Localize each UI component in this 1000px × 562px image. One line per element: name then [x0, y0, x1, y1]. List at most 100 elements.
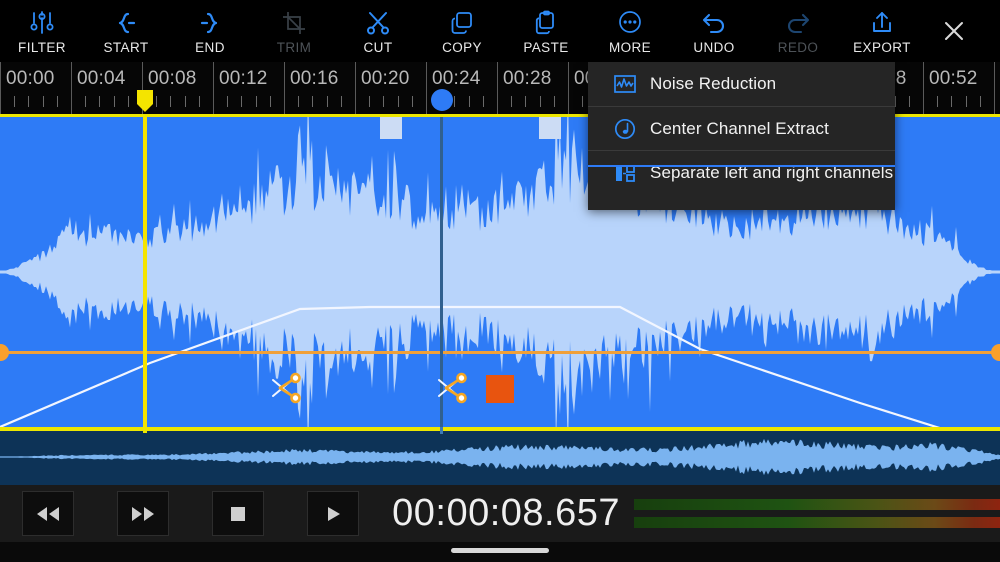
ruler-tick: [85, 96, 86, 107]
ruler-tick: [937, 96, 938, 107]
music-note-circle-icon: [614, 118, 636, 140]
timecode-display: 00:00:08.657: [392, 492, 620, 535]
undo-arrow-icon: [700, 8, 728, 38]
toolbar-label-copy: COPY: [442, 41, 482, 55]
fast-forward-icon: [130, 505, 156, 523]
stop-icon: [228, 504, 248, 524]
ruler-separator: [355, 62, 356, 117]
clipboard-icon: [533, 8, 559, 38]
menu-item-noise-reduction[interactable]: Noise Reduction: [588, 62, 895, 106]
overview-start-marker[interactable]: [143, 427, 147, 433]
ruler-label: 00:24: [432, 68, 481, 90]
stop-button[interactable]: [212, 491, 264, 536]
transport-bar: 00:00:08.657: [0, 485, 1000, 542]
ruler-tick: [28, 96, 29, 107]
sliders-icon: [29, 8, 55, 38]
toolbar-label-start: START: [103, 41, 148, 55]
copy-icon: [449, 8, 475, 38]
ruler-tick: [57, 96, 58, 107]
toolbar-button-cut[interactable]: CUT: [336, 0, 420, 62]
ruler-tick: [966, 96, 967, 107]
end-bracket-icon: [197, 8, 223, 38]
toolbar-button-export[interactable]: EXPORT: [840, 0, 924, 62]
ruler-tick: [14, 96, 15, 107]
waveform-box-icon: [614, 74, 636, 94]
toolbar-button-redo[interactable]: REDO: [756, 0, 840, 62]
ruler-tick: [383, 96, 384, 107]
play-button[interactable]: [307, 491, 359, 536]
ruler-tick: [483, 96, 484, 107]
scissors-icon: [365, 8, 391, 38]
redo-arrow-icon: [784, 8, 812, 38]
ruler-tick: [241, 96, 242, 107]
toolbar-button-end[interactable]: END: [168, 0, 252, 62]
toolbar: FILTER START END TRIM: [0, 0, 1000, 62]
ruler-label: 00:00: [6, 68, 55, 90]
ruler-tick: [270, 96, 271, 107]
overview-playhead[interactable]: [440, 427, 443, 434]
ruler-tick: [909, 96, 910, 107]
toolbar-label-end: END: [195, 41, 225, 55]
ruler-separator: [284, 62, 285, 117]
toolbar-button-more[interactable]: MORE: [588, 0, 672, 62]
menu-label-center-channel-extract: Center Channel Extract: [650, 119, 829, 139]
ruler-tick: [582, 96, 583, 107]
crop-icon: [281, 8, 307, 38]
ruler-tick: [341, 96, 342, 107]
ruler-tick: [412, 96, 413, 107]
menu-item-center-channel-extract[interactable]: Center Channel Extract: [588, 106, 895, 150]
toolbar-button-copy[interactable]: COPY: [420, 0, 504, 62]
ruler-tick: [554, 96, 555, 107]
region-marker[interactable]: [486, 375, 514, 403]
playhead-handle[interactable]: [431, 89, 453, 111]
ruler-label: 00:08: [148, 68, 197, 90]
cut-marker-icon[interactable]: [270, 372, 304, 406]
start-marker[interactable]: [143, 117, 147, 427]
ruler-tick: [369, 96, 370, 107]
ruler-tick: [99, 96, 100, 107]
ruler-tick: [525, 96, 526, 107]
cut-marker-icon-2[interactable]: [436, 372, 470, 406]
overview-strip[interactable]: [0, 427, 1000, 485]
toolbar-button-start[interactable]: START: [84, 0, 168, 62]
ruler-tick: [170, 96, 171, 107]
fast-forward-button[interactable]: [117, 491, 169, 536]
ruler-tick: [256, 96, 257, 107]
ruler-tick: [227, 96, 228, 107]
ruler-tick: [199, 96, 200, 107]
ruler-tick: [43, 96, 44, 107]
toolbar-label-filter: FILTER: [18, 41, 66, 55]
home-indicator[interactable]: [451, 548, 549, 553]
toolbar-button-paste[interactable]: PASTE: [504, 0, 588, 62]
ruler-separator: [994, 62, 995, 117]
ruler-label: 00:28: [503, 68, 552, 90]
menu-item-separate-channels[interactable]: Separate left and right channels: [588, 150, 895, 194]
toolbar-label-undo: UNDO: [693, 41, 734, 55]
toolbar-label-paste: PASTE: [523, 41, 568, 55]
toolbar-button-trim[interactable]: TRIM: [252, 0, 336, 62]
overview-waveform: [0, 427, 1000, 485]
menu-accent-line: [588, 165, 895, 167]
close-button[interactable]: [924, 0, 984, 62]
ruler-tick: [298, 96, 299, 107]
ruler-separator: [426, 62, 427, 117]
ruler-tick: [128, 96, 129, 107]
toolbar-button-undo[interactable]: UNDO: [672, 0, 756, 62]
rewind-button[interactable]: [22, 491, 74, 536]
selection-handle-start[interactable]: [380, 117, 402, 139]
ruler-tick: [469, 96, 470, 107]
ruler-label: 00:16: [290, 68, 339, 90]
ruler-separator: [213, 62, 214, 117]
toolbar-label-export: EXPORT: [853, 41, 911, 55]
close-icon: [941, 18, 967, 44]
ruler-separator: [923, 62, 924, 117]
ruler-label: 00:12: [219, 68, 268, 90]
selection-handle-end[interactable]: [539, 117, 561, 139]
rewind-icon: [35, 505, 61, 523]
ruler-tick: [114, 96, 115, 107]
ruler-tick: [980, 96, 981, 107]
start-marker-handle[interactable]: [133, 88, 157, 120]
ruler-tick: [327, 96, 328, 107]
toolbar-button-filter[interactable]: FILTER: [0, 0, 84, 62]
ruler-separator: [568, 62, 569, 117]
